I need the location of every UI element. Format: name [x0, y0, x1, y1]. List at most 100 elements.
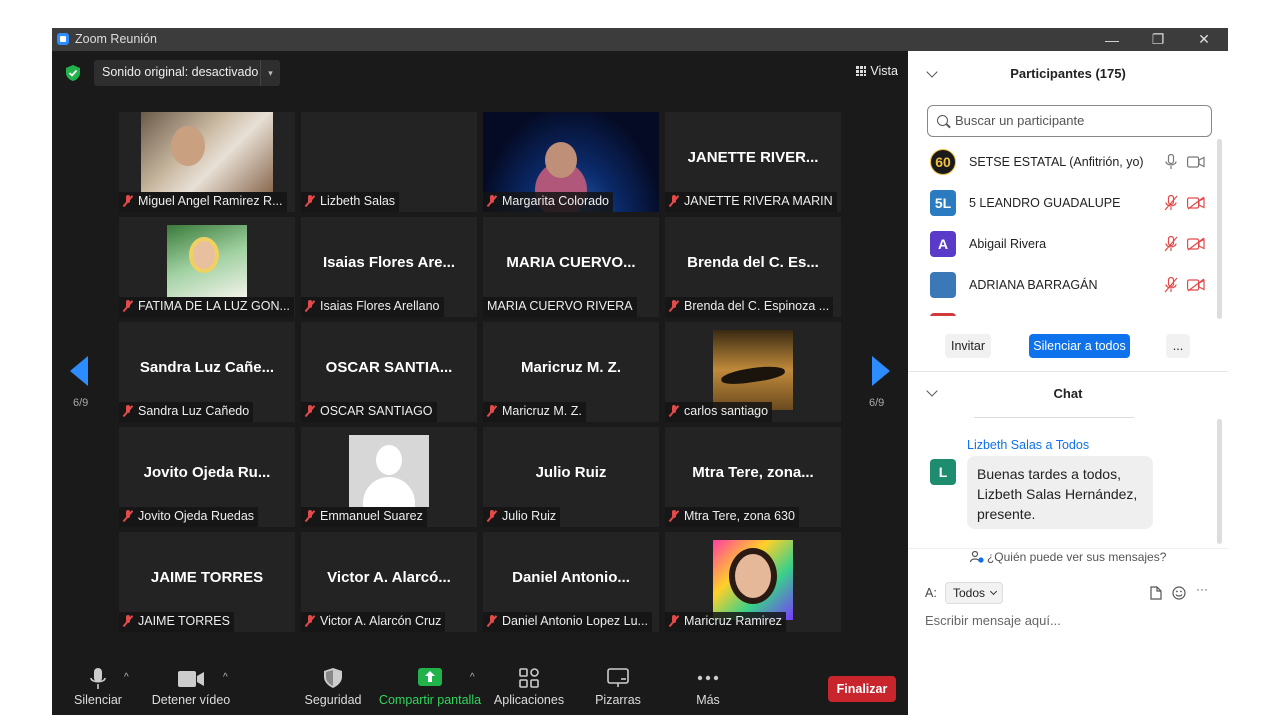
who-can-see-messages-link[interactable]: ¿Quién puede ver sus mensajes? — [908, 550, 1228, 564]
more-button[interactable]: Más — [682, 660, 734, 715]
muted-mic-icon — [669, 405, 679, 417]
tile-caption: Sandra Luz Cañedo — [119, 402, 254, 422]
original-sound-button[interactable]: Sonido original: desactivado ▾ — [94, 60, 280, 86]
muted-mic-icon — [487, 510, 497, 522]
video-tile[interactable]: Julio Ruiz Julio Ruiz — [483, 427, 659, 527]
video-tile[interactable]: Miguel Angel Ramirez R... — [119, 112, 295, 212]
participants-more-button[interactable]: ... — [1166, 334, 1190, 358]
encryption-shield-icon[interactable] — [66, 65, 80, 81]
participant-name: Abigail Rivera — [969, 237, 1047, 251]
participant-row[interactable]: 60 SETSE ESTATAL (Anfitrión, yo) — [908, 141, 1218, 182]
video-tile[interactable]: MARIA CUERVO... MARIA CUERVO RIVERA — [483, 217, 659, 317]
participant-avatar — [930, 272, 956, 298]
file-attach-icon[interactable] — [1150, 586, 1162, 600]
tile-caption-name: Emmanuel Suarez — [320, 509, 423, 523]
participant-video-image — [713, 540, 793, 620]
video-tile[interactable]: JAIME TORRES JAIME TORRES — [119, 532, 295, 632]
next-page-arrow-icon[interactable] — [872, 356, 890, 386]
video-tile[interactable]: Victor A. Alarcó... Victor A. Alarcón Cru… — [301, 532, 477, 632]
tile-caption-name: Jovito Ojeda Ruedas — [138, 509, 255, 523]
video-tile[interactable]: FATIMA DE LA LUZ GON... — [119, 217, 295, 317]
mute-all-button[interactable]: Silenciar a todos — [1029, 334, 1130, 358]
video-tile[interactable]: Maricruz Ramirez — [665, 532, 841, 632]
participant-row[interactable]: ADRIANA BARRAGÁN — [908, 264, 1218, 305]
audio-options-caret-icon[interactable]: ^ — [124, 672, 129, 683]
video-tile[interactable]: Jovito Ojeda Ru... Jovito Ojeda Ruedas — [119, 427, 295, 527]
page-indicator-left: 6/9 — [73, 397, 89, 409]
video-tile[interactable]: carlos santiago — [665, 322, 841, 422]
video-off-icon[interactable] — [1187, 237, 1205, 251]
restore-button[interactable]: ❐ — [1135, 28, 1181, 51]
stop-video-button[interactable]: Detener vídeo — [148, 660, 234, 715]
whiteboards-button[interactable]: Pizarras — [588, 660, 648, 715]
muted-mic-icon — [669, 300, 679, 312]
tile-caption: Mtra Tere, zona 630 — [665, 507, 799, 527]
video-tile[interactable]: JANETTE RIVER... JANETTE RIVERA MARIN — [665, 112, 841, 212]
share-options-caret-icon[interactable]: ^ — [470, 672, 475, 683]
microphone-icon — [90, 668, 106, 689]
emoji-icon[interactable] — [1172, 586, 1186, 600]
participant-search-input[interactable]: Buscar un participante — [927, 105, 1212, 137]
video-off-icon[interactable] — [1187, 278, 1205, 292]
view-button[interactable]: Vista — [856, 64, 898, 78]
participant-row[interactable]: A Abigail Rivera — [908, 223, 1218, 264]
tile-display-name: Maricruz M. Z. — [520, 359, 621, 376]
video-camera-icon[interactable] — [1187, 155, 1205, 169]
muted-mic-icon — [123, 405, 133, 417]
original-sound-label: Sonido original: desactivado — [102, 65, 259, 79]
muted-mic-icon — [487, 615, 497, 627]
tile-caption-name: Sandra Luz Cañedo — [138, 404, 250, 418]
tile-caption: Brenda del C. Espinoza ... — [665, 297, 834, 317]
video-off-icon[interactable] — [1187, 196, 1205, 210]
share-screen-label: Compartir pantalla — [378, 693, 482, 707]
minimize-button[interactable]: — — [1089, 28, 1135, 51]
recipient-select[interactable]: Todos — [945, 582, 1003, 604]
video-tile[interactable]: Margarita Colorado — [483, 112, 659, 212]
tile-caption-name: MARIA CUERVO RIVERA — [487, 299, 633, 313]
video-tile[interactable]: Emmanuel Suarez — [301, 427, 477, 527]
muted-mic-icon[interactable] — [1164, 277, 1178, 293]
participant-video-image — [349, 435, 429, 507]
microphone-icon[interactable] — [1164, 154, 1178, 170]
chat-scrollbar[interactable] — [1217, 419, 1222, 544]
participants-scrollbar[interactable] — [1217, 139, 1222, 319]
mute-button[interactable]: Silenciar — [68, 660, 128, 715]
page-indicator-right: 6/9 — [869, 397, 885, 409]
video-tile[interactable]: OSCAR SANTIA... OSCAR SANTIAGO — [301, 322, 477, 422]
chat-message-input[interactable]: Escribir mensaje aquí... — [925, 613, 1061, 628]
video-tile[interactable]: Isaias Flores Are... Isaias Flores Arella… — [301, 217, 477, 317]
participant-video-image — [167, 225, 247, 297]
muted-mic-icon[interactable] — [1164, 236, 1178, 252]
muted-mic-icon — [123, 300, 133, 312]
apps-button[interactable]: Aplicaciones — [492, 660, 566, 715]
close-button[interactable]: ✕ — [1181, 28, 1227, 51]
invite-button[interactable]: Invitar — [945, 334, 991, 358]
tile-caption-name: Daniel Antonio Lopez Lu... — [502, 614, 648, 628]
chat-avatar: L — [930, 459, 956, 485]
chat-more-button[interactable]: ··· — [1196, 582, 1208, 596]
security-button[interactable]: Seguridad — [302, 660, 364, 715]
previous-page-arrow-icon[interactable] — [70, 356, 88, 386]
tile-display-name: JAIME TORRES — [150, 569, 264, 586]
zoom-window: Zoom Reunión — ❐ ✕ Sonido original: desa… — [52, 28, 1228, 715]
tile-caption-name: Miguel Angel Ramirez R... — [138, 194, 283, 208]
muted-mic-icon — [487, 195, 497, 207]
video-tile[interactable]: Maricruz M. Z. Maricruz M. Z. — [483, 322, 659, 422]
video-tile[interactable]: Sandra Luz Cañe... Sandra Luz Cañedo — [119, 322, 295, 422]
tile-caption-name: JAIME TORRES — [138, 614, 230, 628]
participant-row[interactable]: 5L 5 LEANDRO GUADALUPE — [908, 182, 1218, 223]
video-tile[interactable]: Mtra Tere, zona... Mtra Tere, zona 630 — [665, 427, 841, 527]
video-options-caret-icon[interactable]: ^ — [223, 672, 228, 683]
original-sound-caret-icon[interactable]: ▾ — [260, 60, 280, 86]
muted-mic-icon — [669, 615, 679, 627]
video-tile[interactable]: Lizbeth Salas — [301, 112, 477, 212]
muted-mic-icon[interactable] — [1164, 195, 1178, 211]
video-tile[interactable]: Daniel Antonio... Daniel Antonio Lopez Lu… — [483, 532, 659, 632]
chat-message-line: presente. — [977, 506, 1036, 522]
chat-sender[interactable]: Lizbeth Salas a Todos — [967, 438, 1089, 452]
video-tile[interactable]: Brenda del C. Es... Brenda del C. Espinoz… — [665, 217, 841, 317]
security-label: Seguridad — [304, 693, 362, 707]
share-screen-button[interactable]: Compartir pantalla — [378, 660, 482, 715]
end-meeting-button[interactable]: Finalizar — [828, 676, 896, 702]
tile-display-name: Sandra Luz Cañe... — [139, 359, 275, 376]
